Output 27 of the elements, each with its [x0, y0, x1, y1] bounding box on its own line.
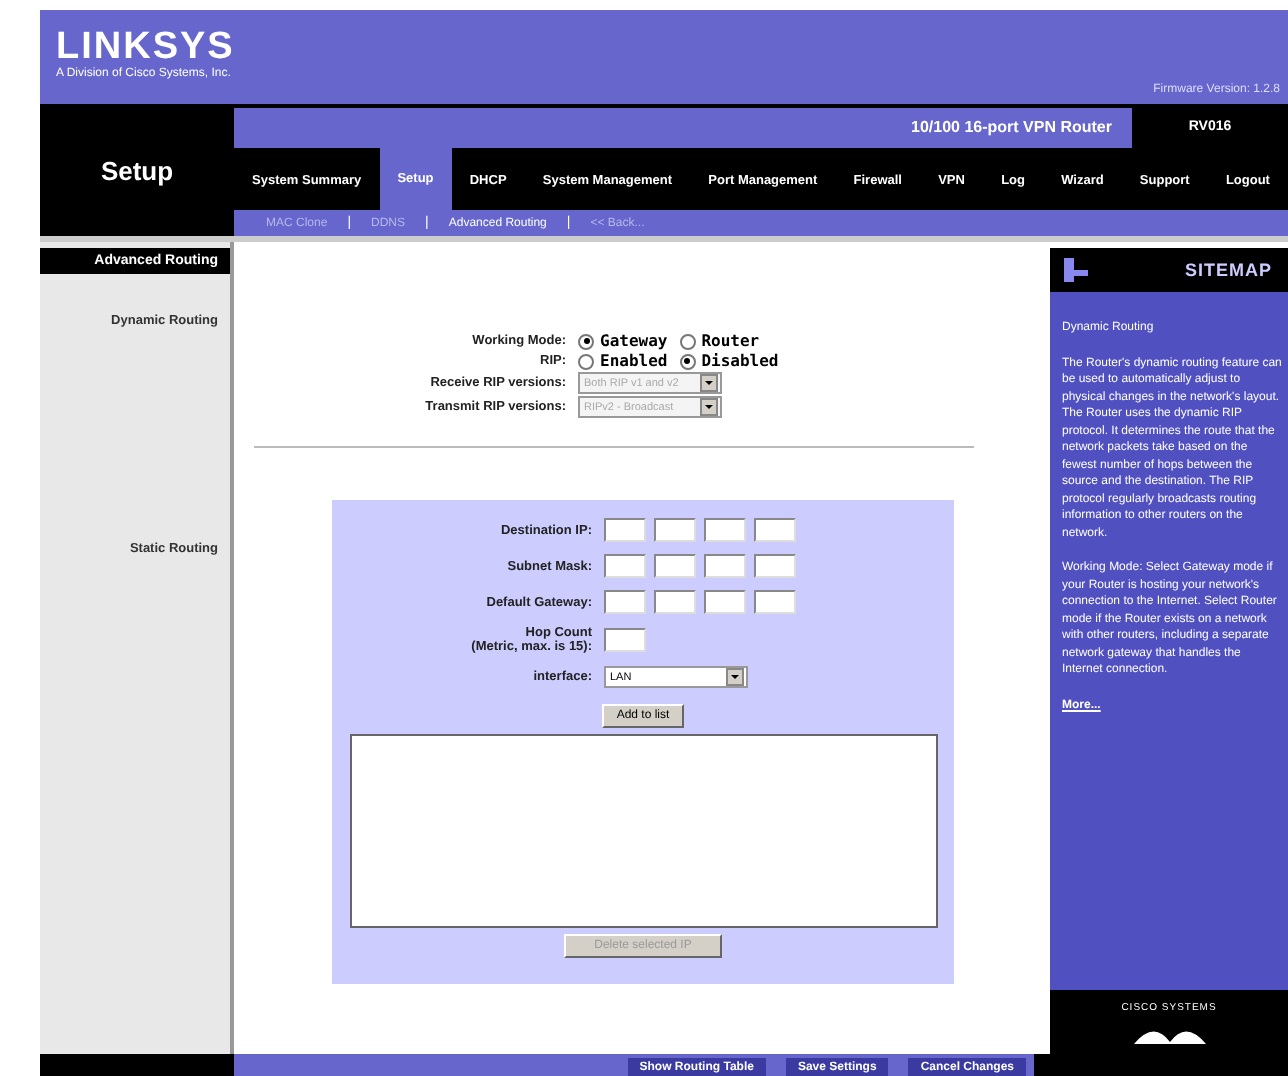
product-name: 10/100 16-port VPN Router	[909, 116, 1114, 140]
ip-octet-field[interactable]	[604, 590, 646, 614]
radio-label: Router	[701, 332, 760, 350]
radio-button[interactable]	[578, 353, 594, 369]
radio-label: Disabled	[701, 352, 779, 370]
radio-label: Enabled	[600, 352, 668, 370]
ip-octet-field[interactable]	[754, 554, 796, 578]
ip-octet-field[interactable]	[754, 518, 796, 542]
ip-octet-field[interactable]	[754, 590, 796, 614]
ip-octet-field[interactable]	[704, 590, 746, 614]
input-field[interactable]	[604, 628, 646, 652]
radio-label: Gateway	[600, 332, 668, 350]
sitemap-title: SITEMAP	[1184, 261, 1272, 279]
radio-button[interactable]	[679, 333, 696, 349]
ip-octet-field[interactable]	[604, 518, 646, 542]
ip-octet-field[interactable]	[654, 518, 696, 542]
ip-octet-field[interactable]	[704, 518, 746, 542]
radio-button[interactable]	[578, 333, 594, 349]
ip-octet-field[interactable]	[654, 554, 696, 578]
radio-button[interactable]	[679, 353, 696, 369]
section-title: Setup	[98, 153, 176, 190]
logo: LINKSYS	[56, 27, 235, 67]
ip-octet-field[interactable]	[654, 590, 696, 614]
ip-octet-field[interactable]	[704, 554, 746, 578]
route-list-box[interactable]	[349, 734, 937, 928]
sitemap-icon	[1062, 256, 1090, 284]
ip-octet-field[interactable]	[604, 554, 646, 578]
